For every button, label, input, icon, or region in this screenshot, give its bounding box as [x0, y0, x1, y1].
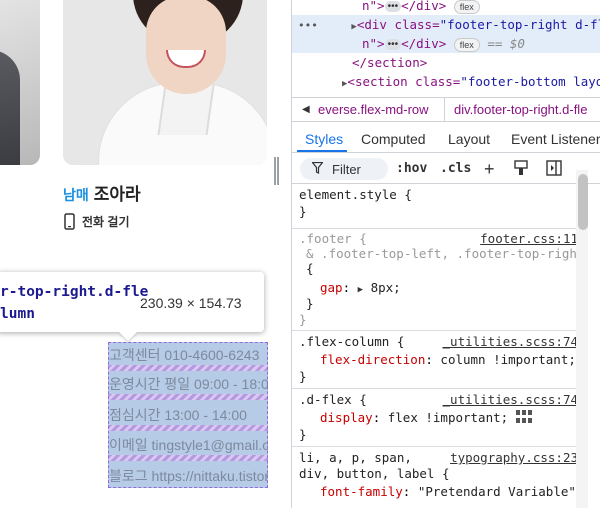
css-declaration[interactable]: gap: ▶ 8px;	[320, 280, 401, 298]
tab-event-listeners[interactable]: Event Listeners	[511, 131, 600, 147]
footer-line: 고객센터 010-4600-6243	[109, 347, 260, 363]
devtools-panel: n"> ••• </div> flex ••• ▶<div class="foote…	[292, 0, 600, 508]
profile-name-row: 남매 조아라	[63, 180, 141, 205]
rule-source-link[interactable]: _utilities.scss:74	[443, 334, 578, 350]
tooltip-size: 230.39 × 154.73	[140, 295, 242, 311]
tab-computed[interactable]: Computed	[361, 131, 426, 147]
flexbox-editor-icon[interactable]	[515, 410, 532, 427]
tab-styles[interactable]: Styles	[305, 131, 343, 147]
rule-selector: li, a, p, span,	[299, 450, 412, 465]
rule-selector-nested: & .footer-top-left, .footer-top-right	[306, 246, 585, 261]
styles-toolbar: Filter :hov .cls +	[292, 154, 600, 184]
dom-node[interactable]: ▶<section class="footer-bottom layout	[292, 72, 600, 91]
footer-line: 블로그 https://nittaku.tistory	[109, 468, 268, 484]
rule-selector: .d-flex {	[299, 392, 367, 407]
breadcrumb-item-current[interactable]: div.footer-top-right.d-fle	[454, 102, 587, 117]
flex-badge[interactable]: flex	[453, 0, 480, 14]
rule-source-link[interactable]: _utilities.scss:74	[443, 392, 578, 408]
sidebar-tabs: Styles Computed Layout Event Listeners	[292, 123, 600, 153]
dom-node-selected-line1[interactable]: ••• ▶<div class="footer-top-right d-fle	[292, 15, 600, 34]
breadcrumb: ◀ everse.flex-md-row div.footer-top-righ…	[292, 97, 600, 122]
dom-node[interactable]: </section>	[292, 53, 600, 72]
breadcrumb-item[interactable]: everse.flex-md-row	[318, 102, 429, 117]
splitter-grip-icon[interactable]	[274, 157, 279, 185]
profile-name: 조아라	[93, 185, 141, 204]
new-rule-plus-icon[interactable]: +	[484, 159, 495, 180]
flex-badge[interactable]: flex	[453, 37, 480, 52]
panel-splitter[interactable]	[276, 0, 292, 508]
rule-flex-column[interactable]: .flex-column { _utilities.scss:74 flex-d…	[292, 331, 578, 389]
hov-toggle[interactable]: :hov	[396, 161, 427, 176]
rule-footer[interactable]: .footer { footer.css:11 & .footer-top-le…	[292, 229, 584, 331]
rule-d-flex[interactable]: .d-flex { _utilities.scss:74 display: fl…	[292, 389, 578, 447]
dom-node[interactable]: n"> ••• </div> flex	[292, 0, 600, 15]
footer-line: 점심시간 13:00 - 14:00	[109, 407, 247, 423]
page-viewport: 남매 조아라 전화 걸기 r-top-right.d-fle lumn 230.…	[0, 0, 276, 508]
profile-role: 남매	[63, 187, 89, 203]
filter-icon	[311, 161, 324, 177]
css-declaration[interactable]: font-family: "Pretendard Variable",	[320, 484, 583, 500]
call-button[interactable]: 전화 걸기	[64, 213, 130, 230]
footer-line: 운영시간 평일 09:00 - 18:00	[109, 376, 268, 392]
tab-layout[interactable]: Layout	[448, 131, 490, 147]
rule-selector: .flex-column {	[299, 334, 405, 349]
breadcrumb-back-icon[interactable]: ◀	[302, 104, 310, 115]
profile-photo-left	[0, 0, 40, 165]
tooltip-selector: r-top-right.d-fle	[0, 284, 149, 300]
profile-photo	[63, 0, 267, 165]
footer-line: 이메일 tingstyle1@gmail.com	[109, 437, 268, 453]
filter-placeholder: Filter	[332, 162, 361, 177]
more-actions-icon[interactable]: •••	[298, 19, 318, 32]
call-button-label: 전화 걸기	[82, 215, 130, 229]
rule-source-link[interactable]: typography.css:23	[450, 450, 578, 466]
rule-selector: div, button, label {	[299, 466, 450, 481]
toggle-sidebar-icon[interactable]	[546, 160, 562, 179]
tooltip-selector-line2: lumn	[0, 306, 35, 322]
phone-icon	[64, 213, 75, 230]
rule-selector: .footer {	[299, 231, 367, 246]
css-declaration[interactable]: display: flex !important;	[320, 410, 532, 427]
rule-typography[interactable]: li, a, p, span, typography.css:23 div, b…	[292, 447, 583, 508]
cls-toggle[interactable]: .cls	[440, 161, 471, 176]
css-declaration[interactable]: flex-direction: column !important;	[320, 352, 576, 368]
active-tab-indicator	[297, 150, 347, 152]
color-format-icon[interactable]	[514, 160, 528, 179]
rule-element-style[interactable]: element.style { }	[292, 185, 578, 229]
styles-scrollbar-thumb[interactable]	[578, 174, 588, 230]
highlighted-footer-block: 고객센터 010-4600-6243 운영시간 평일 09:00 - 18:00…	[108, 342, 268, 488]
inspect-tooltip-arrow	[119, 332, 137, 341]
selected-marker: == $0	[487, 36, 525, 51]
styles-rules: element.style { } .footer { footer.css:1…	[292, 185, 584, 508]
rule-source-link[interactable]: footer.css:11	[480, 231, 578, 247]
dom-node-selected-line2[interactable]: n"> ••• </div> flex == $0	[292, 34, 600, 53]
